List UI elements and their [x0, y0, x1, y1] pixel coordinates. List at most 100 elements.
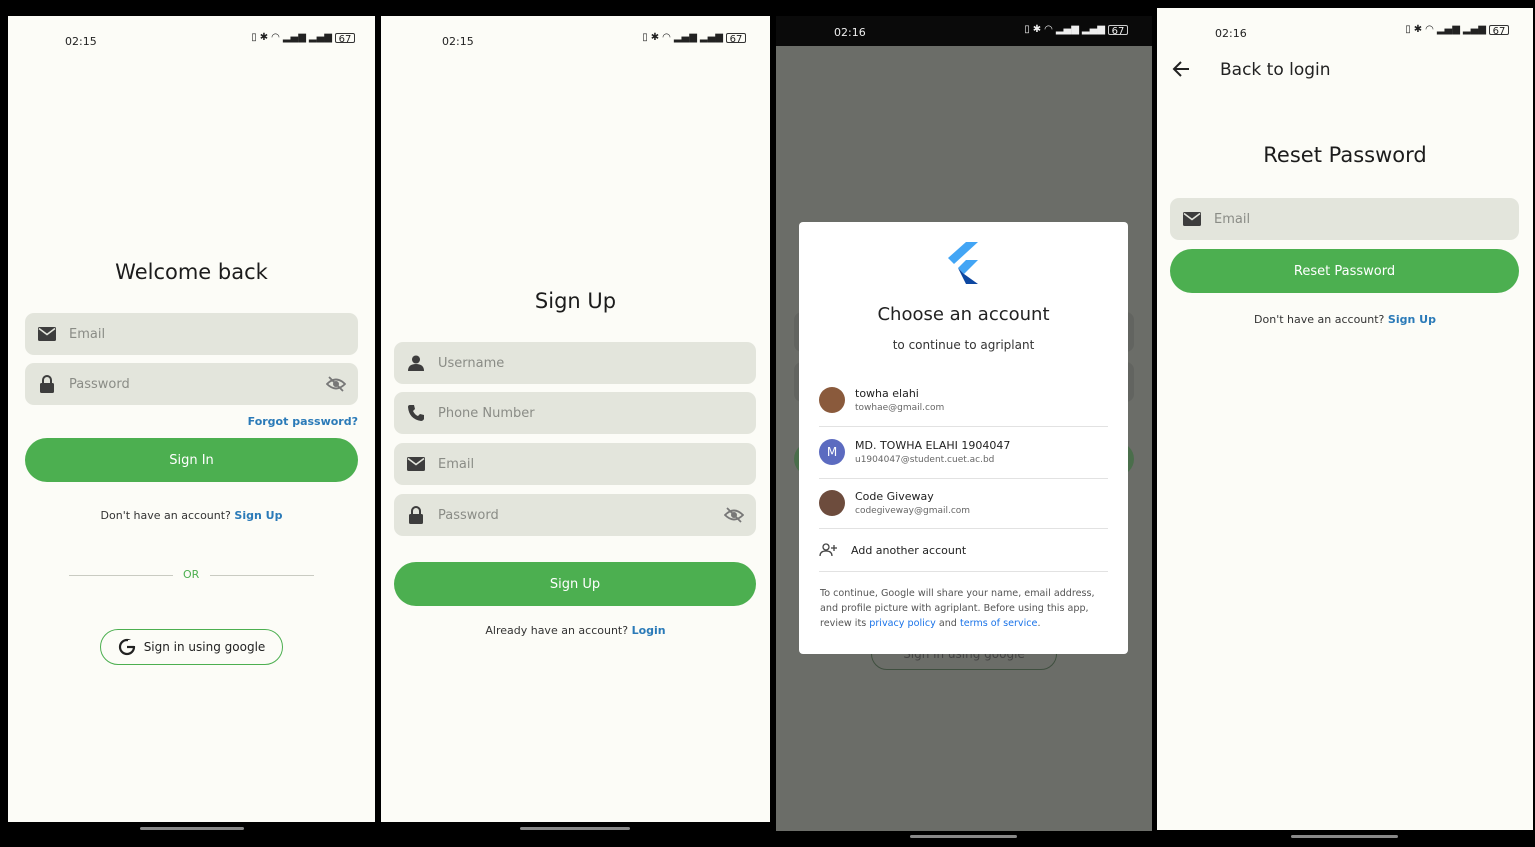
- home-indicator[interactable]: [1291, 835, 1398, 838]
- bluetooth-icon: ✱: [650, 32, 660, 43]
- divider-right: [210, 575, 314, 576]
- vibrate-icon: ▯: [1405, 24, 1411, 35]
- avatar: [819, 387, 845, 413]
- password-placeholder: Password: [69, 376, 130, 392]
- email-field[interactable]: Email: [25, 313, 358, 355]
- status-icons: ▯ ✱ ◠ ▂▄▆ ▂▄▆ 67: [251, 32, 355, 45]
- wifi-icon: ◠: [271, 32, 280, 43]
- divider: [819, 571, 1108, 572]
- sign-in-button[interactable]: Sign In: [25, 438, 358, 482]
- add-account-item[interactable]: Add another account: [819, 528, 1108, 572]
- signal-icon: ▂▄▆: [282, 32, 306, 43]
- lock-icon: [406, 505, 426, 525]
- signal-icon: ▂▄▆: [699, 32, 723, 43]
- divider-left: [69, 575, 173, 576]
- signup-link[interactable]: Sign Up: [1388, 313, 1436, 326]
- wifi-icon: ◠: [1425, 24, 1434, 35]
- avatar: [819, 490, 845, 516]
- back-to-login-label[interactable]: Back to login: [1220, 60, 1331, 80]
- home-indicator[interactable]: [910, 835, 1017, 838]
- account-item[interactable]: M MD. TOWHA ELAHI 1904047 u1904047@studen…: [819, 427, 1108, 477]
- phone-field[interactable]: Phone Number: [394, 392, 756, 434]
- home-indicator[interactable]: [520, 827, 630, 830]
- disclaimer-line: and profile picture with agriplant. Befo…: [820, 603, 1089, 614]
- email-placeholder: Email: [69, 326, 106, 342]
- password-placeholder: Password: [438, 507, 499, 523]
- person-icon: [406, 353, 426, 373]
- login-link[interactable]: Login: [632, 624, 666, 637]
- signup-prompt-text: Don't have an account?: [100, 509, 231, 522]
- signup-prompt-text: Don't have an account?: [1254, 313, 1385, 326]
- status-time: 02:16: [1215, 27, 1247, 40]
- email-field[interactable]: Email: [1170, 198, 1519, 240]
- add-person-icon: [819, 543, 841, 557]
- status-icons: ▯ ✱ ◠ ▂▄▆ ▂▄▆ 67: [1405, 24, 1509, 37]
- account-email: u1904047@student.cuet.ac.bd: [855, 455, 995, 465]
- home-indicator[interactable]: [140, 827, 244, 830]
- vibrate-icon: ▯: [251, 32, 257, 43]
- email-placeholder: Email: [438, 456, 475, 472]
- username-placeholder: Username: [438, 355, 505, 371]
- status-time: 02:16: [834, 26, 866, 39]
- dialog-subtitle: to continue to agriplant: [892, 338, 1035, 352]
- google-button-label: Sign in using google: [143, 640, 266, 654]
- disclaimer-text: and: [935, 618, 960, 629]
- wifi-icon: ◠: [1044, 24, 1053, 35]
- lock-icon: [37, 374, 57, 394]
- back-arrow-icon[interactable]: [1172, 61, 1190, 81]
- disclaimer-text: review its: [820, 618, 870, 629]
- avatar: M: [819, 439, 845, 465]
- status-bar: 02:15 ▯ ✱ ◠ ▂▄▆ ▂▄▆ 67: [381, 16, 770, 64]
- account-name: Code Giveway: [855, 490, 934, 503]
- account-name: MD. TOWHA ELAHI 1904047: [855, 439, 1011, 452]
- dialog-title: Choose an account: [877, 304, 1050, 325]
- page-title: Reset Password: [1263, 143, 1427, 167]
- battery-icon: 67: [726, 33, 746, 45]
- password-field[interactable]: Password: [394, 494, 756, 536]
- signup-screen: 02:15 ▯ ✱ ◠ ▂▄▆ ▂▄▆ 67 Sign Up Username …: [381, 16, 770, 822]
- battery-icon: 67: [1108, 25, 1128, 37]
- signal-icon: ▂▄▆: [1081, 24, 1105, 35]
- reset-password-button[interactable]: Reset Password: [1170, 249, 1519, 293]
- disclaimer: To continue, Google will share your name…: [820, 586, 1110, 631]
- visibility-off-icon[interactable]: [325, 374, 347, 394]
- signal-icon: ▂▄▆: [1055, 24, 1079, 35]
- disclaimer-text: .: [1037, 618, 1041, 629]
- disclaimer-line: To continue, Google will share your name…: [820, 588, 1095, 599]
- signal-icon: ▂▄▆: [1462, 24, 1486, 35]
- visibility-off-icon[interactable]: [723, 505, 745, 525]
- login-prompt: Already have an account? Login: [381, 624, 770, 637]
- forgot-password-link[interactable]: Forgot password?: [248, 415, 358, 428]
- account-email: codegiveway@gmail.com: [855, 506, 971, 516]
- status-bar: 02:16 ▯ ✱ ◠ ▂▄▆ ▂▄▆ 67: [1157, 8, 1533, 56]
- page-title: Welcome back: [115, 260, 268, 284]
- account-item[interactable]: Code Giveway codegiveway@gmail.com: [819, 478, 1108, 528]
- account-item[interactable]: towha elahi towhae@gmail.com: [819, 375, 1108, 425]
- status-bar: 02:15 ▯ ✱ ◠ ▂▄▆ ▂▄▆ 67: [8, 16, 375, 64]
- mail-icon: [1182, 209, 1202, 229]
- vibrate-icon: ▯: [642, 32, 648, 43]
- google-sign-in-button[interactable]: Sign in using google: [100, 629, 283, 665]
- login-screen: 02:15 ▯ ✱ ◠ ▂▄▆ ▂▄▆ 67 Welcome back Emai…: [8, 16, 375, 822]
- reset-password-screen: 02:16 ▯ ✱ ◠ ▂▄▆ ▂▄▆ 67 Back to login Res…: [1157, 8, 1533, 830]
- or-label: OR: [183, 568, 200, 581]
- phone-placeholder: Phone Number: [438, 405, 535, 421]
- username-field[interactable]: Username: [394, 342, 756, 384]
- privacy-policy-link[interactable]: privacy policy: [869, 618, 936, 629]
- status-time: 02:15: [442, 35, 474, 48]
- google-icon: [118, 638, 136, 656]
- signup-link[interactable]: Sign Up: [234, 509, 282, 522]
- status-icons: ▯ ✱ ◠ ▂▄▆ ▂▄▆ 67: [642, 32, 746, 45]
- email-field[interactable]: Email: [394, 443, 756, 485]
- disclaimer-line: review its privacy policy and terms of s…: [820, 616, 1110, 631]
- account-name: towha elahi: [855, 387, 919, 400]
- bluetooth-icon: ✱: [259, 32, 269, 43]
- status-time: 02:15: [65, 35, 97, 48]
- signal-icon: ▂▄▆: [1436, 24, 1460, 35]
- terms-link[interactable]: terms of service: [960, 618, 1038, 629]
- status-icons: ▯ ✱ ◠ ▂▄▆ ▂▄▆ 67: [1024, 24, 1128, 37]
- password-field[interactable]: Password: [25, 363, 358, 405]
- page-title: Sign Up: [534, 289, 617, 313]
- sign-up-button[interactable]: Sign Up: [394, 562, 756, 606]
- signup-prompt: Don't have an account? Sign Up: [1157, 313, 1533, 326]
